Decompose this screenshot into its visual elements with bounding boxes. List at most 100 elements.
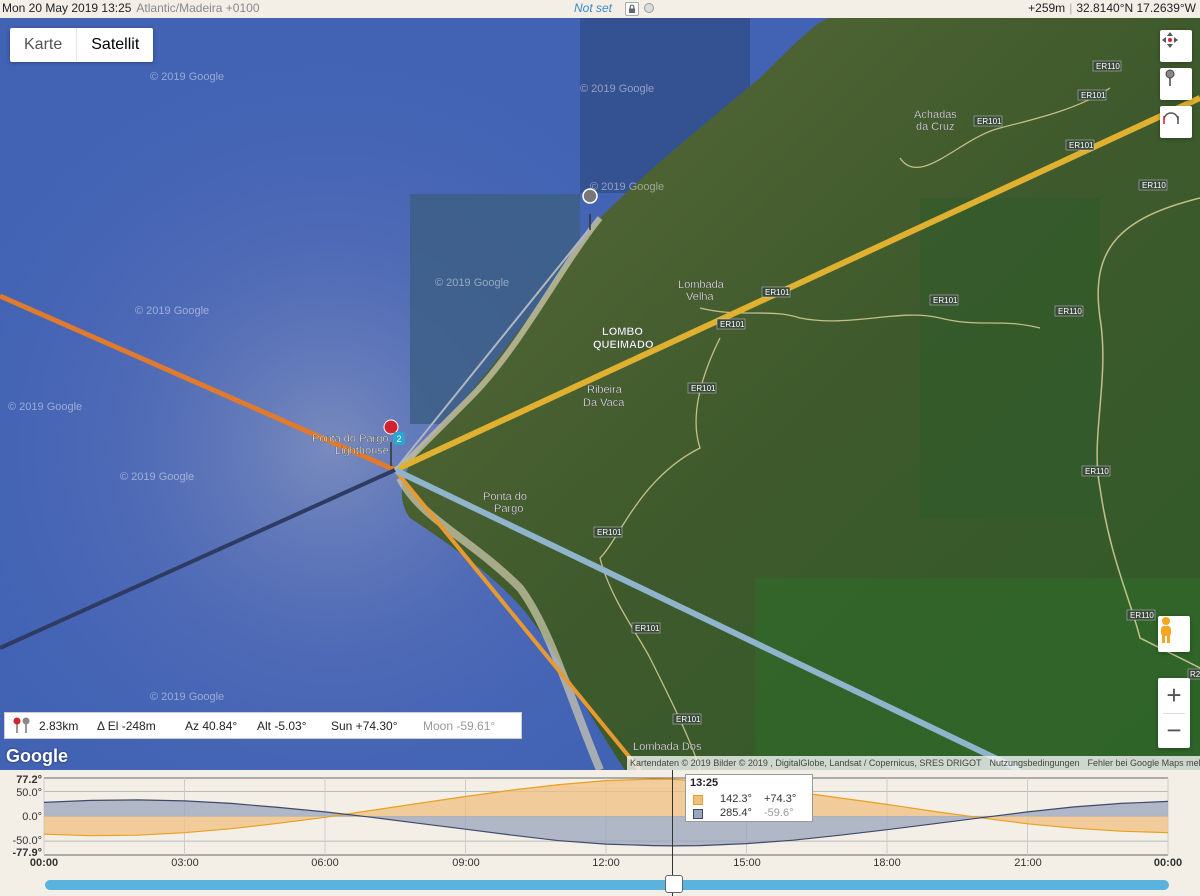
svg-text:ER101: ER101 — [1069, 141, 1094, 150]
svg-text:ER110: ER110 — [1096, 62, 1120, 71]
place-label: Lombada Dos — [633, 741, 702, 753]
svg-text:ER101: ER101 — [765, 288, 790, 297]
distance-value: 2.83km — [39, 719, 79, 733]
place-label: da Cruz — [916, 121, 955, 133]
watermark: © 2019 Google — [120, 471, 194, 483]
tile-patch — [920, 198, 1100, 518]
road-badge: ER101 — [593, 526, 623, 538]
pegman-icon — [1161, 617, 1171, 643]
tooltip-sun-row: 142.3° +74.3° — [693, 793, 808, 806]
tooltip-time: 13:25 — [690, 777, 719, 789]
road-badge: ER101 — [929, 294, 959, 306]
place-label: Pargo — [494, 503, 523, 515]
zoom-out-button[interactable]: − — [1158, 713, 1190, 748]
svg-text:R2: R2 — [1190, 670, 1200, 679]
svg-text:ER101: ER101 — [720, 320, 745, 329]
chart-canvas — [43, 770, 1169, 896]
top-bar: Mon 20 May 2019 13:25 Atlantic/Madeira +0… — [0, 0, 1200, 17]
watermark: © 2019 Google — [150, 71, 224, 83]
sun-moon-chart[interactable]: 77.2° 50.0° 0.0° -50.0° -77.9° 00:00 03:… — [0, 770, 1200, 896]
svg-text:ER101: ER101 — [691, 384, 716, 393]
lighthouse-label: Ponta do Pargo — [312, 433, 388, 445]
map-canvas: 2 © 2019 Google © 2019 Google © 2019 Goo… — [0, 18, 1200, 770]
road-badge: ER101 — [672, 713, 702, 725]
moon-value: Moon -59.61° — [423, 719, 496, 733]
watermark: © 2019 Google — [580, 83, 654, 95]
watermark: © 2019 Google — [135, 305, 209, 317]
marker-badge-text: 2 — [396, 434, 401, 444]
tooltip-sun-altitude: +74.3° — [764, 793, 797, 805]
altitude-value: Alt -5.03° — [257, 719, 307, 733]
road-badge: ER110 — [1092, 60, 1122, 72]
map-view[interactable]: 2 © 2019 Google © 2019 Google © 2019 Goo… — [0, 18, 1200, 770]
road-badge: ER101 — [1065, 139, 1095, 151]
lock-icon[interactable] — [625, 2, 639, 16]
google-logo: Google — [6, 746, 68, 766]
attribution-data: Kartendaten © 2019 Bilder © 2019 , Digit… — [630, 758, 982, 768]
moon-swatch — [693, 809, 703, 819]
azimuth-value: Az 40.84° — [185, 719, 238, 733]
road-badge: ER101 — [761, 286, 791, 298]
fullscreen-button[interactable] — [1160, 30, 1192, 62]
svg-text:ER110: ER110 — [1058, 307, 1082, 316]
moon-phase-icon[interactable] — [644, 3, 654, 13]
svg-text:ER101: ER101 — [933, 296, 958, 305]
tooltip-moon-altitude: -59.6° — [764, 807, 794, 819]
report-link[interactable]: Fehler bei Google Maps melden — [1088, 758, 1200, 768]
tooltip-moon-row: 285.4° -59.6° — [693, 807, 808, 820]
road-badge: ER101 — [1077, 89, 1107, 101]
place-label: Velha — [686, 291, 714, 303]
watermark: © 2019 Google — [150, 691, 224, 703]
road-badge: ER110 — [1126, 609, 1156, 621]
svg-text:ER101: ER101 — [676, 715, 701, 724]
timezone-text: Atlantic/Madeira +0100 — [136, 1, 260, 15]
zoom-in-button[interactable]: + — [1158, 678, 1190, 713]
road-badge: ER101 — [973, 115, 1003, 127]
datetime-display[interactable]: Mon 20 May 2019 13:25 Atlantic/Madeira +0… — [2, 0, 260, 17]
svg-text:ER101: ER101 — [597, 528, 622, 537]
svg-text:ER110: ER110 — [1130, 611, 1154, 620]
place-label: Ponta do — [483, 491, 527, 503]
place-label: Lombada — [678, 279, 725, 291]
map-attribution: Kartendaten © 2019 Bilder © 2019 , Digit… — [627, 756, 1200, 770]
place-label: Ribeira — [587, 384, 623, 396]
lighthouse-label: Lighthouse — [335, 445, 389, 457]
x-tick-label: 12:00 — [592, 857, 620, 869]
svg-text:ER101: ER101 — [1081, 91, 1106, 100]
measure-icon — [1163, 112, 1179, 124]
x-tick-label: 00:00 — [1153, 857, 1183, 869]
delta-elevation-value: Δ El -248m — [97, 719, 156, 733]
location-pin-icon[interactable] — [383, 419, 399, 435]
road-badge: ER110 — [1138, 179, 1168, 191]
x-tick-label: 15:00 — [733, 857, 761, 869]
sun-swatch — [693, 795, 703, 805]
datetime-text: Mon 20 May 2019 13:25 — [2, 1, 132, 15]
map-type-satellit-button[interactable]: Satellit — [77, 28, 153, 62]
elevation-status[interactable]: Not set — [574, 0, 612, 17]
pin-button[interactable] — [1160, 68, 1192, 100]
pin-icon — [1165, 69, 1175, 86]
map-type-karte-button[interactable]: Karte — [10, 28, 78, 62]
place-label: LOMBO — [602, 326, 643, 338]
x-tick-label: 18:00 — [873, 857, 901, 869]
x-tick-label: 00:00 — [29, 857, 59, 869]
road-badge: ER101 — [716, 318, 746, 330]
y-tick-label: -50.0° — [12, 835, 42, 847]
terms-link[interactable]: Nutzungsbedingungen — [989, 758, 1079, 768]
x-tick-label: 06:00 — [311, 857, 339, 869]
y-tick-label: 77.2° — [16, 774, 42, 786]
place-label: Achadas — [914, 109, 957, 121]
place-label: QUEIMADO — [593, 339, 654, 351]
time-slider-track[interactable] — [45, 880, 1169, 890]
altitude-text: +259m — [1028, 1, 1066, 15]
watermark: © 2019 Google — [590, 181, 664, 193]
zoom-control: + − — [1158, 678, 1190, 748]
time-slider-thumb[interactable] — [664, 875, 683, 893]
y-tick-label: 0.0° — [22, 811, 42, 823]
street-view-button[interactable] — [1158, 616, 1190, 652]
svg-text:ER101: ER101 — [977, 117, 1002, 126]
road-badge: ER110 — [1081, 465, 1111, 477]
measure-button[interactable] — [1160, 106, 1192, 138]
y-tick-label: 50.0° — [16, 787, 42, 799]
sun-value: Sun +74.30° — [331, 719, 398, 733]
